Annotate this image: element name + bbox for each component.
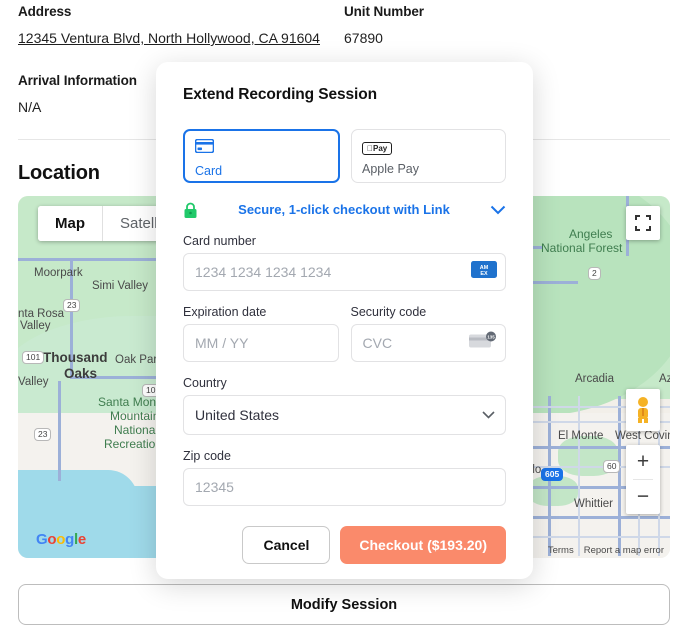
- zip-code-input[interactable]: [183, 468, 506, 506]
- apple-pay-icon: Pay: [362, 142, 392, 155]
- svg-text:135: 135: [487, 334, 495, 339]
- card-number-input[interactable]: [183, 253, 506, 291]
- expiration-date-field: Expiration date: [183, 305, 339, 362]
- expiry-security-row: Expiration date Security code 135: [183, 305, 506, 362]
- credit-card-icon: [195, 139, 214, 153]
- link-checkout-text: Secure, 1-click checkout with Link: [206, 201, 482, 220]
- booking-details-page: Address 12345 Ventura Blvd, North Hollyw…: [0, 0, 688, 641]
- chevron-down-icon[interactable]: [490, 205, 506, 215]
- country-select[interactable]: United StatesCanadaUnited KingdomAustral…: [183, 395, 506, 435]
- checkout-button[interactable]: Checkout ($193.20): [340, 526, 506, 564]
- payment-method-card[interactable]: Card: [183, 129, 340, 183]
- payment-method-apple-pay[interactable]: Pay Apple Pay: [351, 129, 506, 183]
- country-label: Country: [183, 376, 506, 390]
- amex-card-icon: AM EX: [471, 261, 497, 283]
- card-number-input-wrap: AM EX: [183, 253, 506, 291]
- card-number-field: Card number AM EX: [183, 234, 506, 291]
- svg-text:EX: EX: [480, 271, 488, 277]
- card-number-label: Card number: [183, 234, 506, 248]
- zip-code-field: Zip code: [183, 449, 506, 506]
- modal-actions: Cancel Checkout ($193.20): [183, 526, 506, 564]
- expiration-date-label: Expiration date: [183, 305, 339, 319]
- expiration-date-input[interactable]: [183, 324, 339, 362]
- zip-code-label: Zip code: [183, 449, 506, 463]
- cvc-card-icon: 135: [469, 331, 497, 354]
- cancel-button[interactable]: Cancel: [242, 526, 330, 564]
- security-code-field: Security code 135: [351, 305, 507, 362]
- link-checkout-banner[interactable]: Secure, 1-click checkout with Link: [183, 201, 506, 220]
- payment-method-selector[interactable]: Card Pay Apple Pay: [183, 129, 506, 183]
- security-code-input-wrap: 135: [351, 324, 507, 362]
- payment-method-card-label: Card: [195, 164, 328, 178]
- lock-icon: [183, 202, 198, 219]
- modal-title: Extend Recording Session: [183, 62, 506, 104]
- security-code-label: Security code: [351, 305, 507, 319]
- payment-method-apple-pay-label: Apple Pay: [362, 162, 495, 176]
- country-field: Country United StatesCanadaUnited Kingdo…: [183, 376, 506, 435]
- country-select-wrap: United StatesCanadaUnited KingdomAustral…: [183, 395, 506, 435]
- extend-recording-session-modal: Extend Recording Session Card Pay Apple…: [156, 62, 533, 579]
